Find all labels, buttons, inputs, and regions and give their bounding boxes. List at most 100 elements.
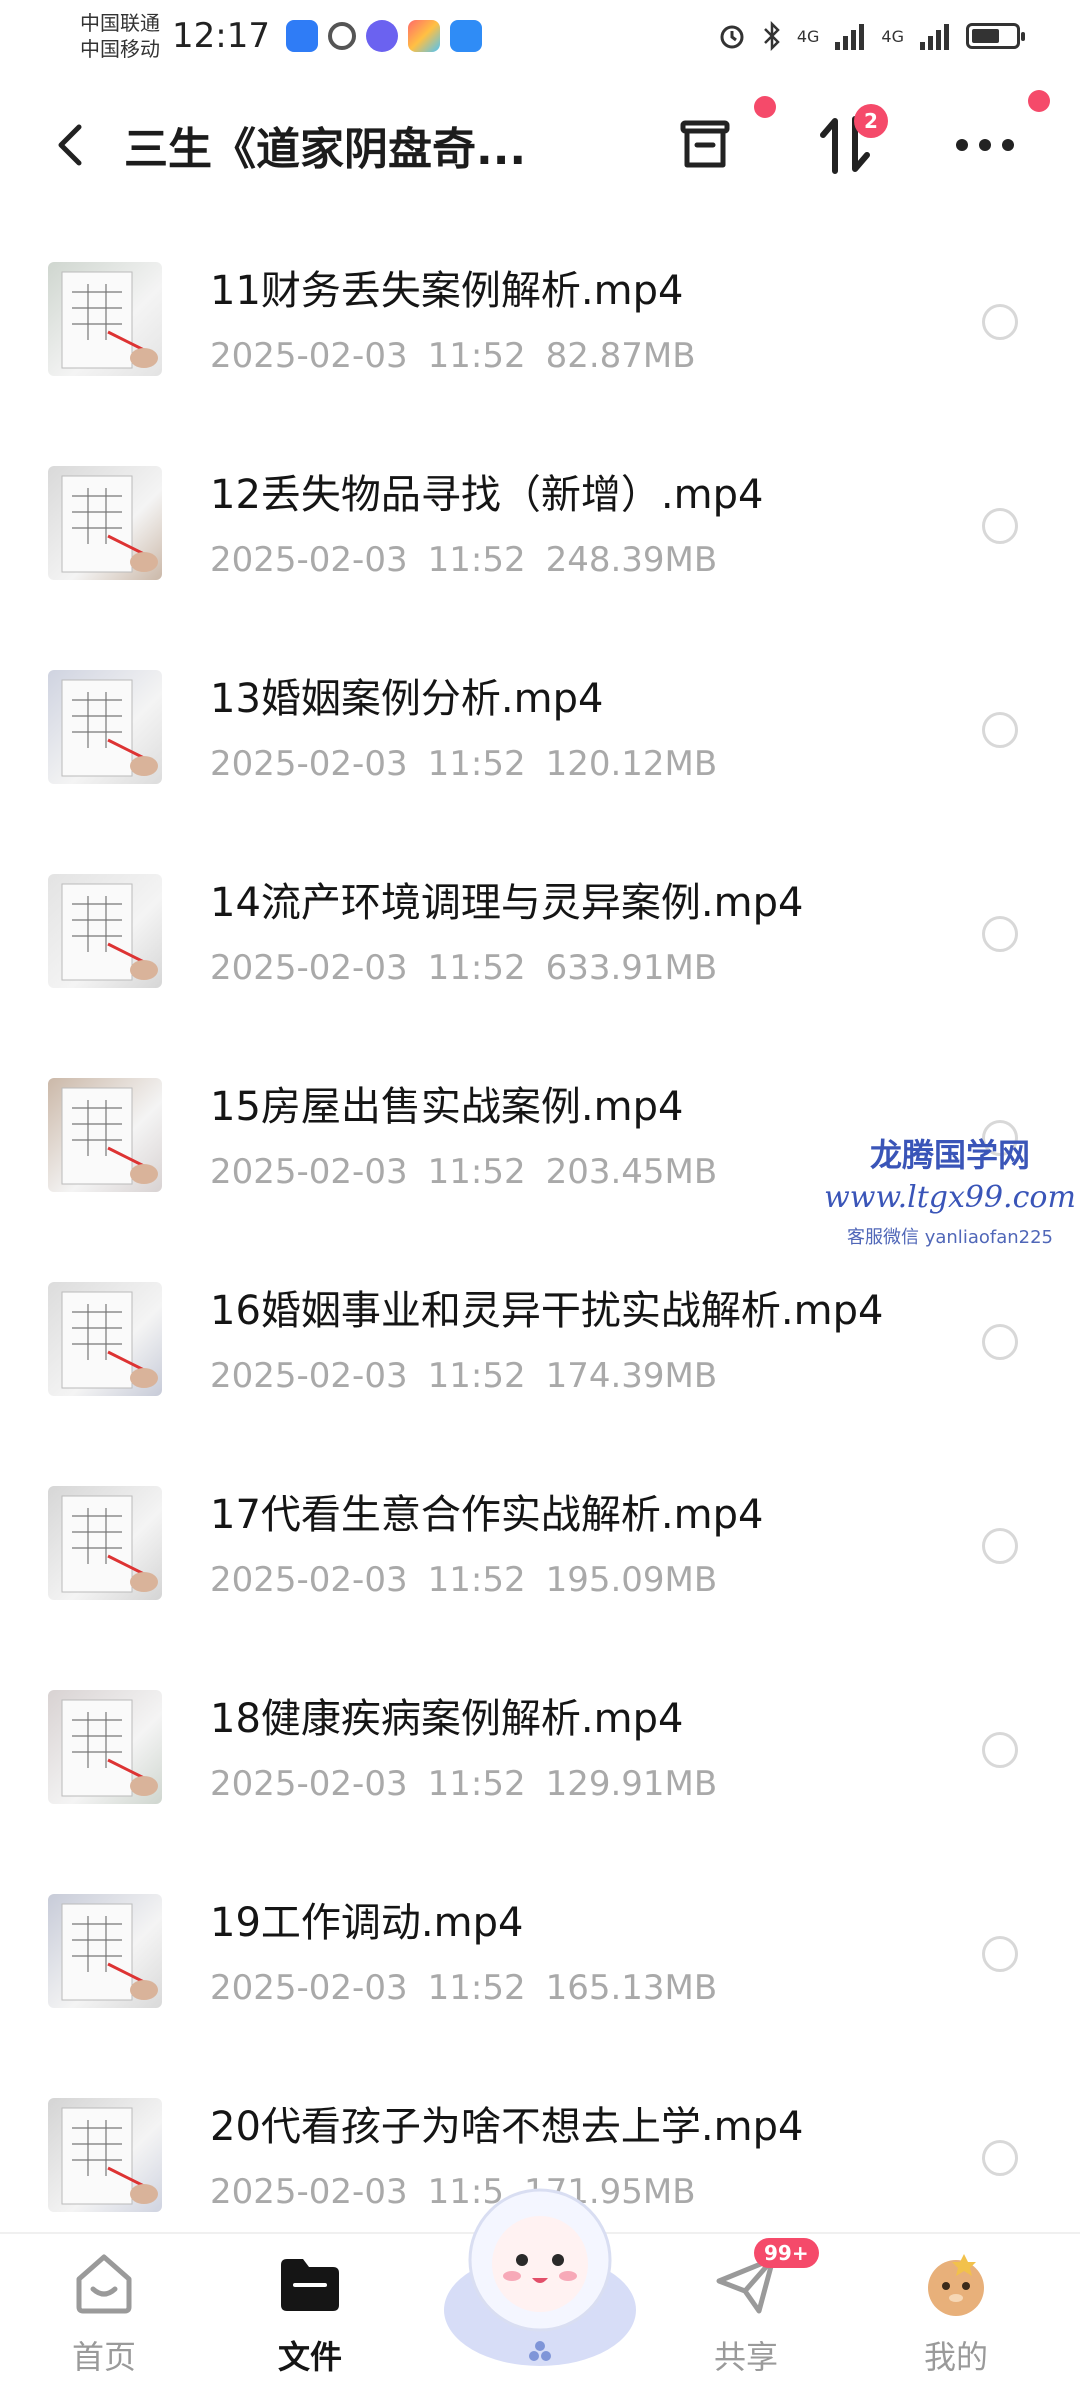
file-size: 203.45MB: [545, 1152, 718, 1192]
more-notification-dot: [1028, 90, 1050, 112]
video-thumbnail: [48, 1282, 162, 1396]
file-date: 2025-02-03: [210, 744, 408, 784]
folder-icon: [270, 2244, 350, 2324]
folder-title: 三生《道家阴盘奇...: [124, 124, 527, 175]
file-meta: 2025-02-03 11:52 129.91MB: [210, 1764, 737, 1804]
signal-icon: [920, 24, 949, 50]
back-button[interactable]: [40, 115, 100, 175]
paper-sketch-icon: [61, 883, 158, 981]
file-time: 11:52: [427, 948, 526, 988]
file-row[interactable]: 18健康疾病案例解析.mp4 2025-02-03 11:52 129.91MB: [0, 1678, 1080, 1882]
archive-button[interactable]: [670, 96, 776, 180]
file-size: 248.39MB: [545, 540, 718, 580]
file-info: 14流产环境调理与灵异案例.mp4 2025-02-03 11:52 633.91MB: [210, 862, 803, 988]
file-info: 13婚姻案例分析.mp4 2025-02-03 11:52 120.12MB: [210, 658, 737, 784]
bluetooth-icon: [763, 21, 780, 51]
nav-share-label: 共享: [713, 2338, 778, 2376]
header-actions: 2: [670, 90, 1050, 180]
video-thumbnail: [48, 1078, 162, 1192]
share-badge: 99+: [754, 2238, 819, 2268]
select-radio[interactable]: [982, 712, 1018, 748]
video-thumbnail: [48, 2098, 162, 2212]
paper-sketch-icon: [61, 2107, 158, 2205]
file-size: 120.12MB: [545, 744, 718, 784]
nav-files[interactable]: 文件: [240, 2244, 380, 2378]
select-radio[interactable]: [982, 1528, 1018, 1564]
video-thumbnail: [48, 1486, 162, 1600]
archive-icon: [680, 120, 730, 168]
home-icon: [64, 2244, 144, 2324]
select-radio[interactable]: [982, 2140, 1018, 2176]
file-name: 18健康疾病案例解析.mp4: [210, 1696, 684, 1742]
paper-sketch-icon: [61, 475, 158, 573]
select-radio[interactable]: [982, 1324, 1018, 1360]
file-row[interactable]: 12丢失物品寻找（新增）.mp4 2025-02-03 11:52 248.39MB: [0, 454, 1080, 658]
file-meta: 2025-02-03 11:52 203.45MB: [210, 1152, 737, 1192]
signal-icon: [835, 24, 865, 50]
file-info: 19工作调动.mp4 2025-02-03 11:52 165.13MB: [210, 1882, 737, 2008]
file-size: 195.09MB: [545, 1560, 718, 1600]
file-time: 11:52: [427, 1152, 526, 1192]
file-meta: 2025-02-03 11:52 195.09MB: [210, 1560, 763, 1600]
file-name: 20代看孩子为啥不想去上学.mp4: [210, 2104, 804, 2150]
file-row[interactable]: 16婚姻事业和灵异干扰实战解析.mp4 2025-02-03 11:52 174.39…: [0, 1270, 1080, 1474]
video-thumbnail: [48, 466, 162, 580]
more-icon: [956, 139, 1014, 151]
system-status: 4G 4G: [717, 21, 1025, 51]
select-radio[interactable]: [982, 916, 1018, 952]
header: 三生《道家阴盘奇... 2: [0, 80, 1080, 210]
app-notification-icon: [285, 20, 318, 52]
paper-sketch-icon: [61, 1495, 158, 1593]
video-thumbnail: [48, 1894, 162, 2008]
carrier-info: 中国联通 中国移动: [80, 10, 160, 62]
carrier-2: 中国移动: [80, 37, 160, 61]
file-name: 19工作调动.mp4: [210, 1900, 524, 1946]
sort-button[interactable]: 2: [810, 104, 888, 180]
file-row[interactable]: 15房屋出售实战案例.mp4 2025-02-03 11:52 203.45MB: [0, 1066, 1080, 1270]
notification-icons: [285, 20, 482, 52]
file-date: 2025-02-03: [210, 1560, 408, 1600]
file-time: 11:52: [427, 1764, 526, 1804]
file-row[interactable]: 14流产环境调理与灵异案例.mp4 2025-02-03 11:52 633.91MB: [0, 862, 1080, 1066]
file-date: 2025-02-03: [210, 1764, 408, 1804]
file-time: 11:52: [427, 1560, 526, 1600]
select-radio[interactable]: [982, 1936, 1018, 1972]
file-time: 11:52: [427, 744, 526, 784]
file-info: 11财务丢失案例解析.mp4 2025-02-03 11:52 82.87MB: [210, 250, 716, 376]
battery-icon: [966, 23, 1025, 49]
network-type-2: 4G: [881, 26, 904, 46]
file-row[interactable]: 17代看生意合作实战解析.mp4 2025-02-03 11:52 195.09MB: [0, 1474, 1080, 1678]
music-app-icon: [365, 20, 398, 52]
file-date: 2025-02-03: [210, 948, 408, 988]
file-time: 11:52: [427, 540, 526, 580]
back-arrow-icon: [58, 124, 82, 166]
nav-home[interactable]: 首页: [34, 2244, 174, 2378]
file-info: 12丢失物品寻找（新增）.mp4 2025-02-03 11:52 248.39MB: [210, 454, 763, 580]
file-row[interactable]: 13婚姻案例分析.mp4 2025-02-03 11:52 120.12MB: [0, 658, 1080, 862]
file-meta: 2025-02-03 11:52 633.91MB: [210, 948, 803, 988]
file-size: 174.39MB: [545, 1356, 718, 1396]
video-thumbnail: [48, 670, 162, 784]
nav-share[interactable]: 99+ 共享: [676, 2238, 819, 2378]
file-name: 11财务丢失案例解析.mp4: [210, 268, 684, 314]
file-size: 129.91MB: [545, 1764, 718, 1804]
more-button[interactable]: [950, 90, 1050, 180]
gallery-app-icon: [407, 20, 440, 52]
weather-app-icon: [449, 20, 482, 52]
select-radio[interactable]: [982, 304, 1018, 340]
file-row[interactable]: 19工作调动.mp4 2025-02-03 11:52 165.13MB: [0, 1882, 1080, 2086]
file-size: 165.13MB: [545, 1968, 718, 2008]
select-radio[interactable]: [982, 1732, 1018, 1768]
select-radio[interactable]: [982, 508, 1018, 544]
network-type-1: 4G: [796, 26, 820, 46]
nav-mine[interactable]: 我的: [886, 2244, 1026, 2378]
file-meta: 2025-02-03 11:52 165.13MB: [210, 1968, 737, 2008]
alarm-icon: [720, 25, 744, 49]
file-meta: 2025-02-03 11:52 82.87MB: [210, 336, 716, 376]
file-row[interactable]: 11财务丢失案例解析.mp4 2025-02-03 11:52 82.87MB: [0, 250, 1080, 454]
select-radio[interactable]: [982, 1120, 1018, 1156]
video-thumbnail: [48, 1690, 162, 1804]
assistant-mascot-button[interactable]: [430, 2160, 650, 2380]
file-size: 633.91MB: [545, 948, 718, 988]
paper-sketch-icon: [61, 679, 158, 777]
